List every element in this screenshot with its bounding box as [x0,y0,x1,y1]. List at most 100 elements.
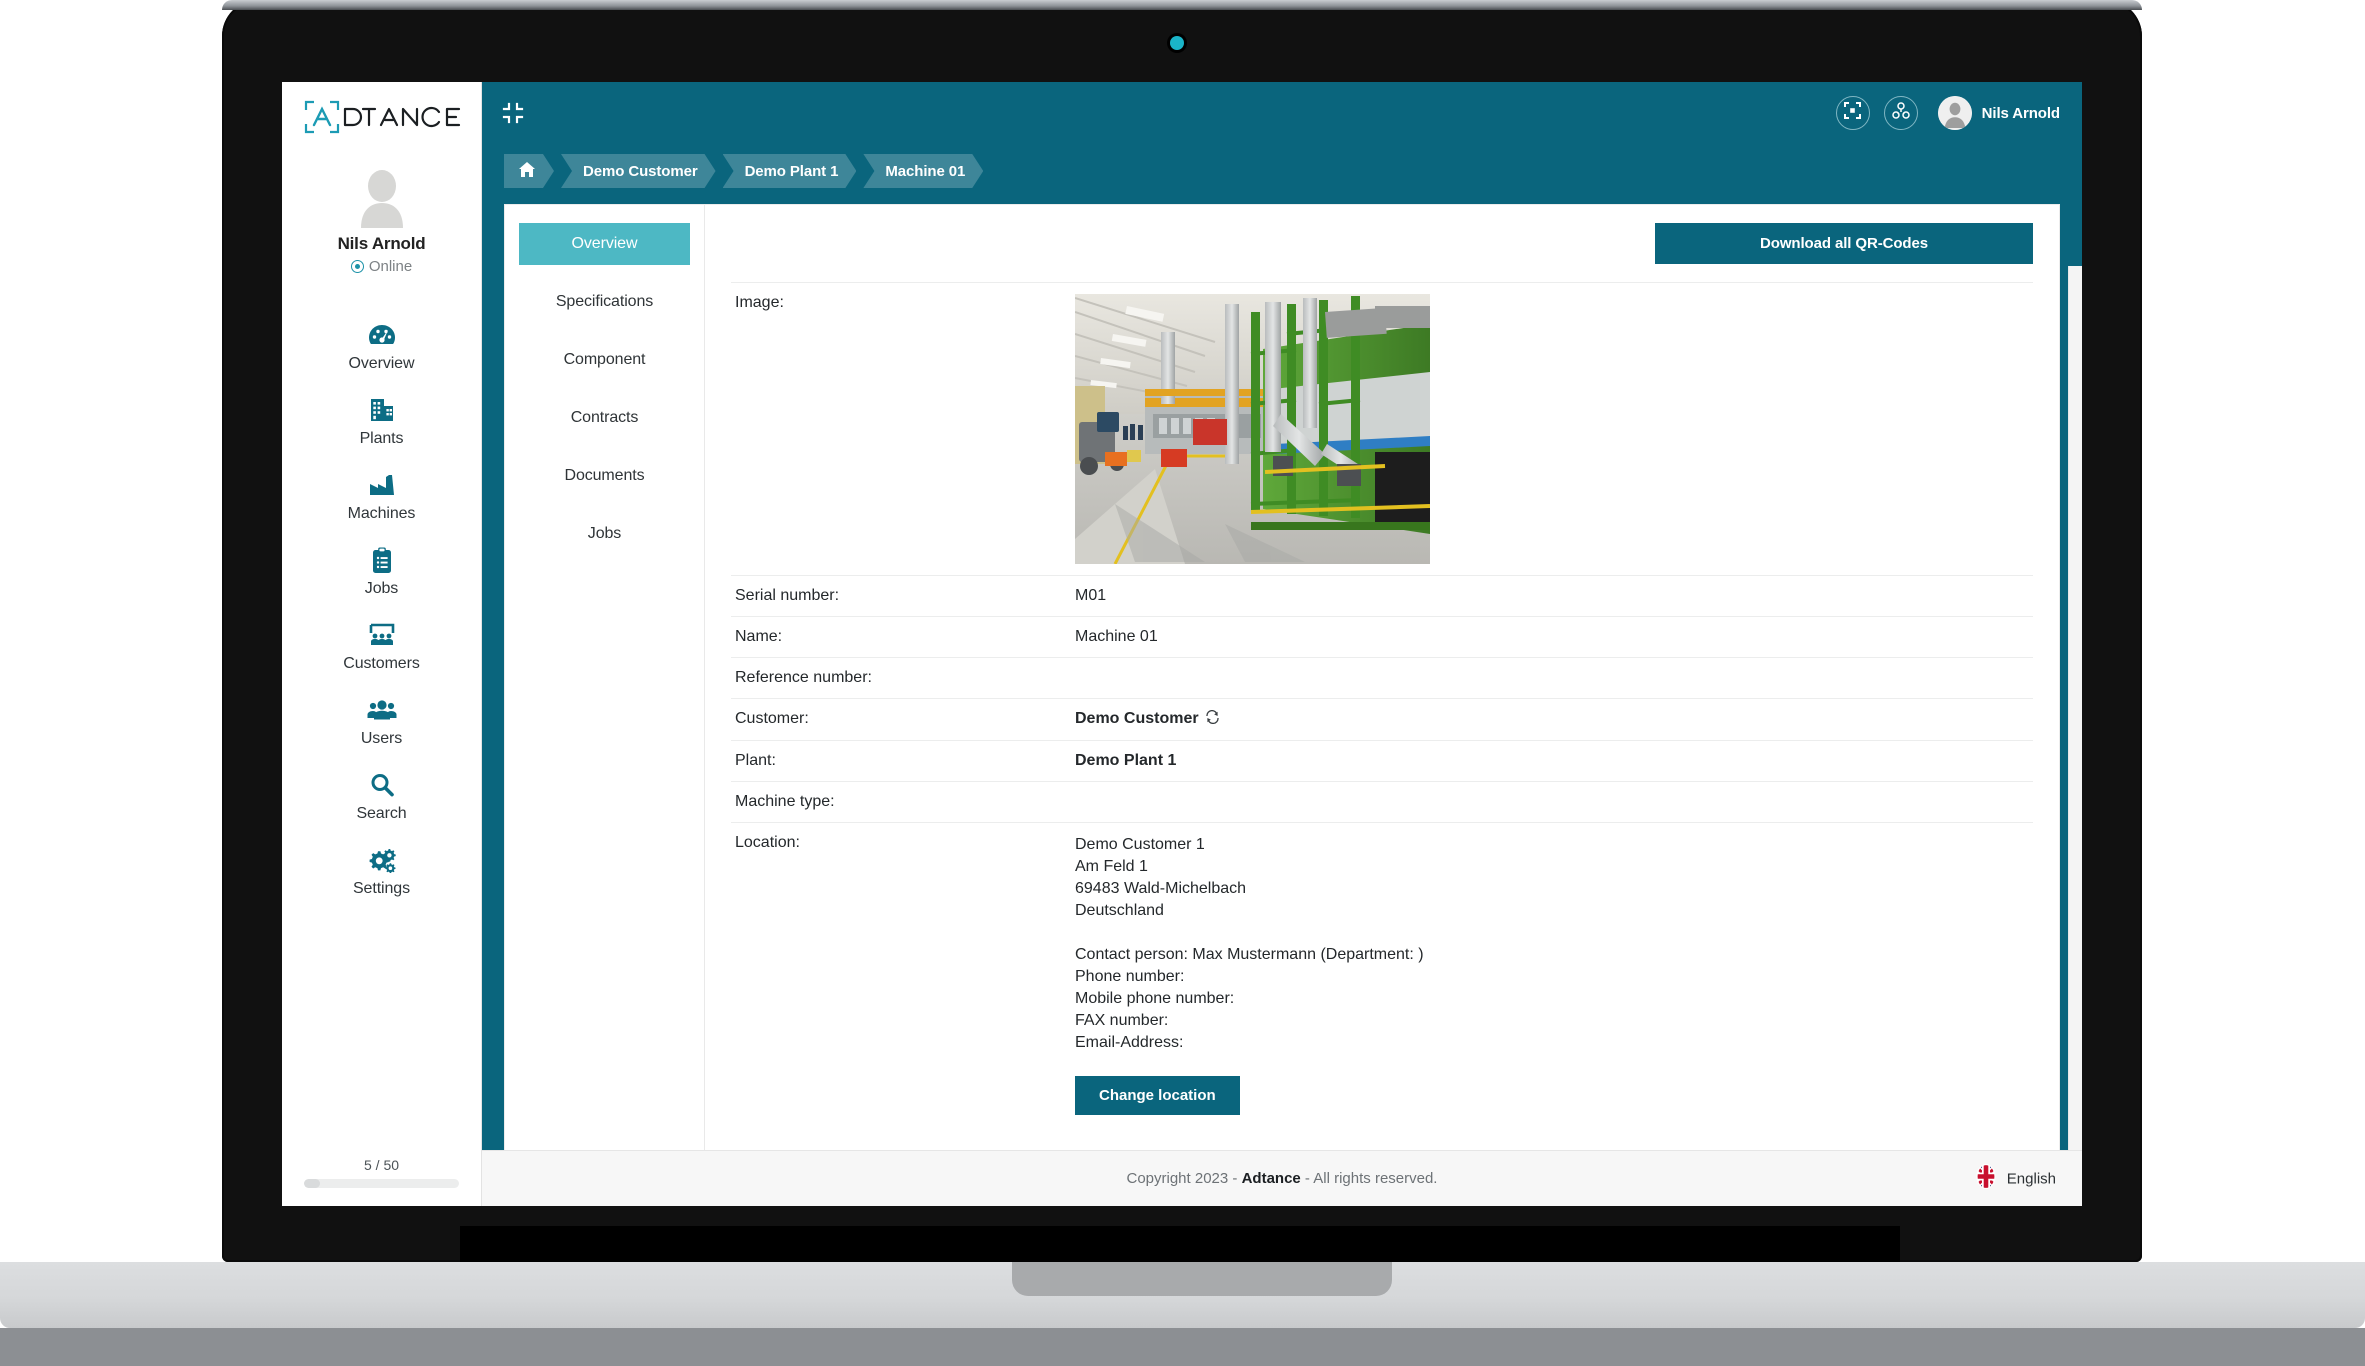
machine-detail-table: Image: Serial number: M01 Name: Machine … [731,282,2033,1126]
breadcrumb-label: Demo Customer [583,162,698,180]
contact-line: Email-Address: [1075,1034,1184,1051]
sidebar-item-plants[interactable]: Plants [282,384,481,459]
row-value: Machine 01 [1075,628,1158,645]
tab-component[interactable]: Component [519,339,690,381]
tab-label: Component [563,351,646,368]
row-label: Customer: [735,710,809,727]
laptop-base-shadow [0,1328,2365,1366]
vertical-scrollbar[interactable] [2068,266,2082,1150]
table-row: Customer: Demo Customer [731,698,2033,741]
sidebar-item-label: Settings [352,880,410,897]
copyright-text: Copyright 2023 - Adtance - All rights re… [1127,1170,1438,1187]
sidebar: Nils Arnold Online Overview Plants Machi… [282,82,482,1206]
table-row: Serial number: M01 [731,575,2033,617]
table-row: Reference number: [731,657,2033,699]
pane-actions: Download all QR-Codes [731,223,2033,282]
row-label: Image: [735,294,784,311]
copyright-suffix: - All rights reserved. [1300,1170,1438,1187]
breadcrumb-home[interactable] [504,154,554,188]
main-area: Nils Arnold Demo Customer Demo Plant 1 M… [482,82,2082,1206]
sidebar-item-settings[interactable]: Settings [282,834,481,909]
laptop-lid-top-edge [222,0,2142,10]
fullscreen-icon [1844,102,1862,124]
brand-logo[interactable] [282,82,481,144]
connect-button[interactable] [1883,96,1918,130]
users-icon [367,695,397,725]
tab-specifications[interactable]: Specifications [519,281,690,323]
uk-flag-icon [1973,1163,1999,1194]
quota-label: 5 / 50 [363,1157,400,1173]
footer: Copyright 2023 - Adtance - All rights re… [482,1150,2082,1206]
table-row-location: Location: Demo Customer 1 Am Feld 1 6948… [731,822,2033,1127]
scrollbar-thumb[interactable] [2071,268,2081,1048]
profile-name: Nils Arnold [337,234,426,253]
tab-label: Contracts [570,409,639,426]
laptop-hinge [460,1226,1900,1262]
tab-jobs[interactable]: Jobs [519,513,690,555]
breadcrumb-item-plant[interactable]: Demo Plant 1 [723,154,857,188]
collapse-icon[interactable] [502,102,524,124]
scrollbar-host [2068,266,2082,1150]
tab-label: Documents [564,467,645,484]
avatar [360,170,403,228]
row-label: Serial number: [735,587,840,604]
tab-label: Overview [571,235,638,252]
sidebar-quota: 5 / 50 [282,1157,481,1206]
detail-card: Overview Specifications Component Contra… [504,204,2060,1150]
buildings-icon [368,395,396,425]
webcam-indicator-icon [1170,36,1184,50]
row-label: Name: [735,628,783,645]
breadcrumb: Demo Customer Demo Plant 1 Machine 01 [482,144,2082,204]
sidebar-item-label: Machines [347,505,416,522]
sidebar-item-label: Customers [343,655,420,672]
quota-progress-fill [304,1179,320,1188]
topbar-actions: Nils Arnold [1835,96,2060,130]
row-label: Location: [735,834,800,851]
home-icon [518,161,536,182]
tab-label: Specifications [555,293,654,310]
row-value: M01 [1075,587,1107,604]
contact-line: Mobile phone number: [1075,990,1235,1007]
row-value [1071,283,2033,576]
contact-line: Contact person: Max Mustermann (Departme… [1075,946,1424,963]
sidebar-item-label: Users [360,730,403,747]
change-location-button[interactable]: Change location [1075,1076,1240,1115]
factory-icon [368,470,396,500]
breadcrumb-label: Machine 01 [885,162,966,180]
user-menu[interactable]: Nils Arnold [1937,96,2060,130]
sidebar-item-users[interactable]: Users [282,684,481,759]
profile-status: Online [282,258,481,275]
profile-status-label: Online [368,258,413,275]
content-region: Overview Specifications Component Contra… [482,204,2082,1150]
breadcrumb-item-customer[interactable]: Demo Customer [561,154,716,188]
address-line: Demo Customer 1 [1075,836,1205,853]
table-row-image: Image: [731,282,2033,576]
sidebar-item-search[interactable]: Search [282,759,481,834]
sidebar-item-label: Plants [359,430,404,447]
address-line: Deutschland [1075,902,1164,919]
sidebar-item-label: Search [356,805,407,822]
application-screen: Nils Arnold Online Overview Plants Machi… [282,82,2082,1206]
tab-list: Overview Specifications Component Contra… [505,205,705,1150]
sidebar-item-label: Overview [348,355,415,372]
user-name-label: Nils Arnold [1981,104,2060,122]
sidebar-nav: Overview Plants Machines Jobs Customers … [282,309,481,1157]
sync-icon[interactable] [1205,709,1220,728]
download-qr-codes-button[interactable]: Download all QR-Codes [1655,223,2033,264]
contact-line: FAX number: [1075,1012,1169,1029]
language-label: English [2006,1170,2056,1187]
laptop-base-notch [1012,1262,1392,1296]
sidebar-item-overview[interactable]: Overview [282,309,481,384]
tab-overview[interactable]: Overview [519,223,690,265]
row-label: Plant: [735,752,776,769]
sidebar-item-machines[interactable]: Machines [282,459,481,534]
tab-documents[interactable]: Documents [519,455,690,497]
sidebar-profile: Nils Arnold Online [282,144,481,275]
row-label: Machine type: [735,793,835,810]
fullscreen-button[interactable] [1835,96,1870,130]
sidebar-item-customers[interactable]: Customers [282,609,481,684]
language-selector[interactable]: English [1973,1163,2056,1194]
breadcrumb-item-machine[interactable]: Machine 01 [863,154,983,188]
tab-contracts[interactable]: Contracts [519,397,690,439]
sidebar-item-jobs[interactable]: Jobs [282,534,481,609]
